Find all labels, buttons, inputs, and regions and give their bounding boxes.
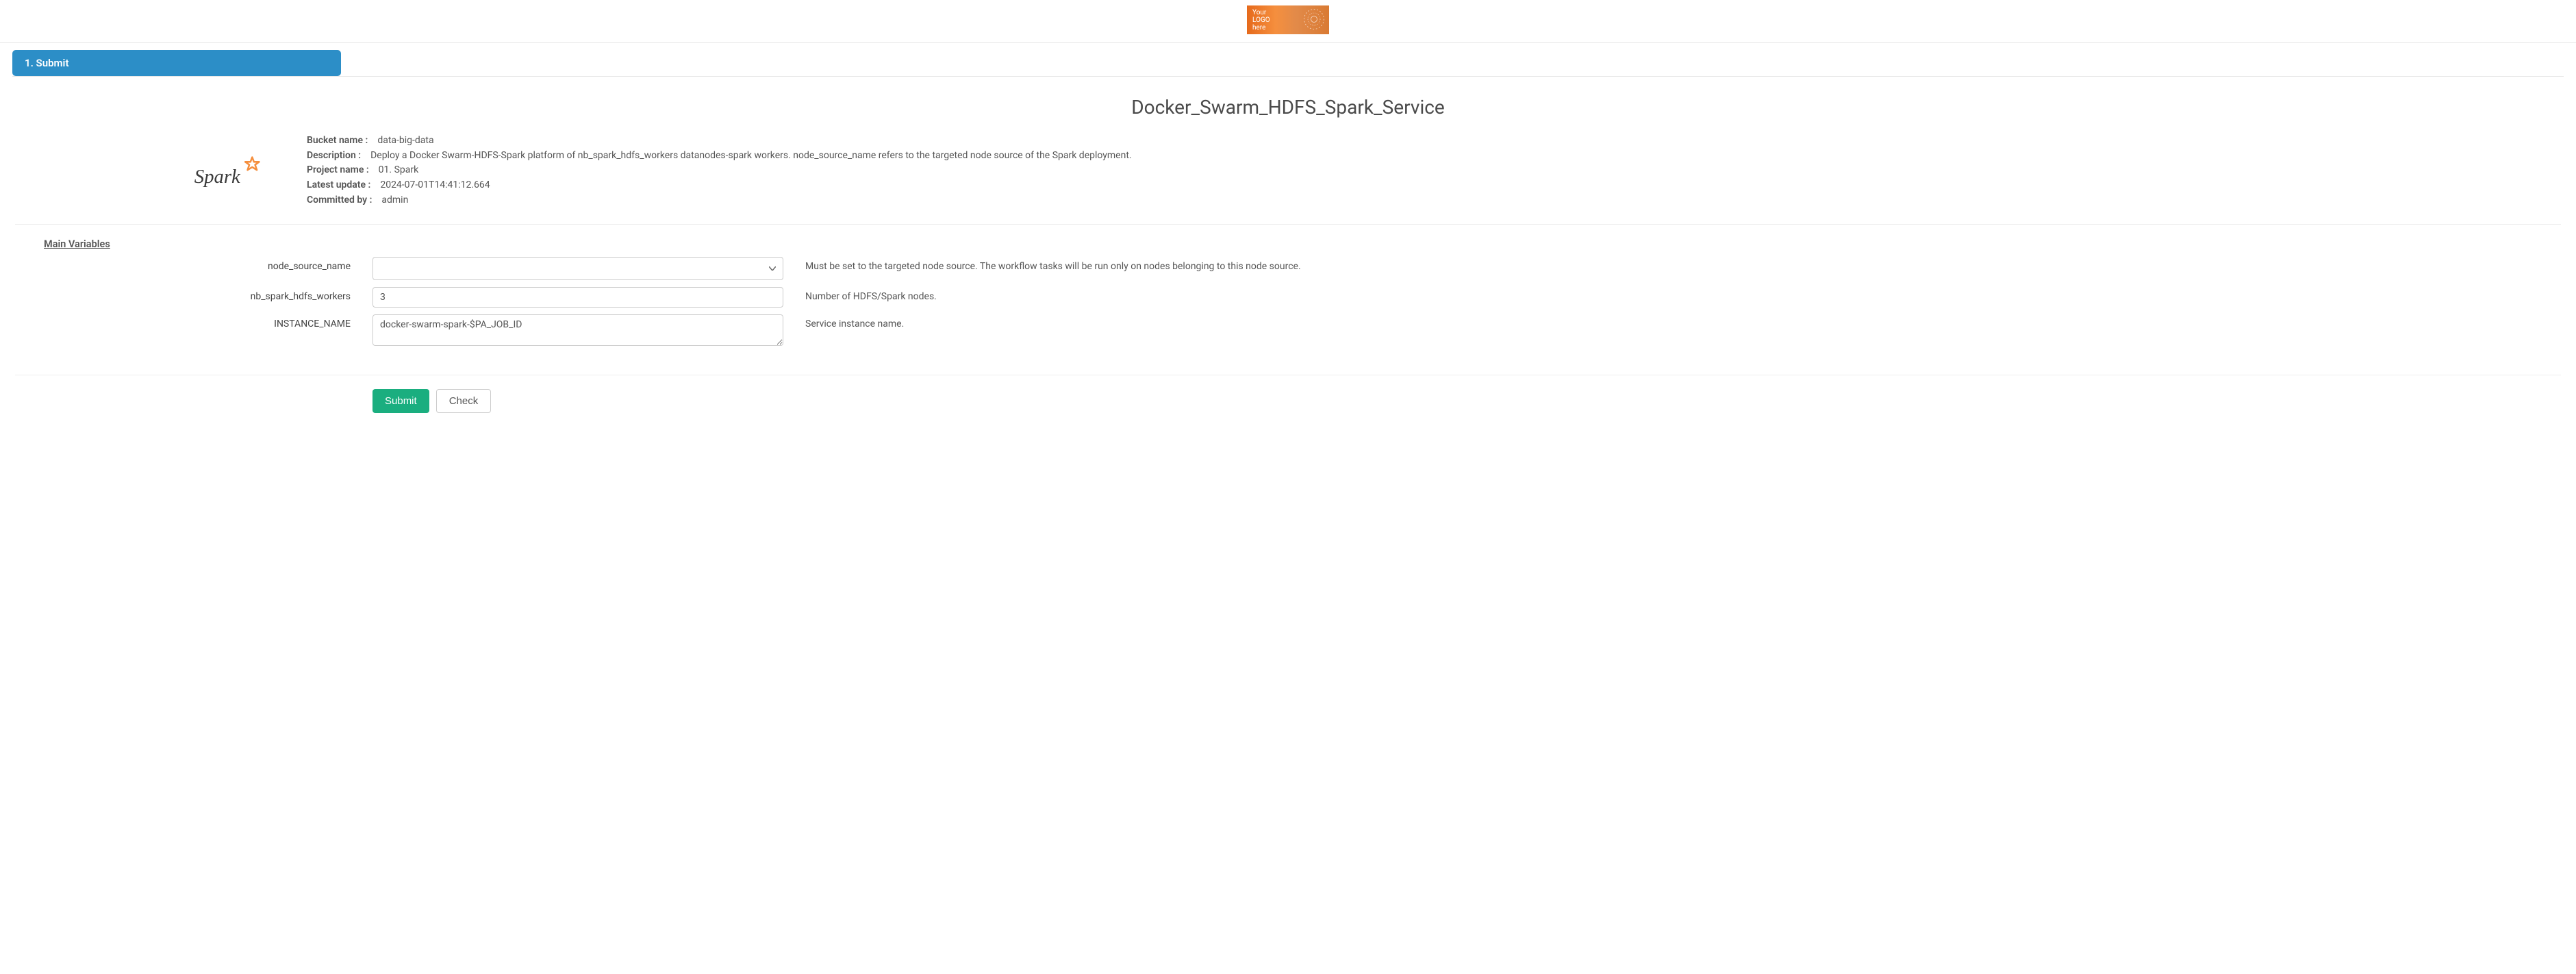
- instance-name-textarea[interactable]: docker-swarm-spark-$PA_JOB_ID: [372, 314, 783, 346]
- bucket-name-value: data-big-data: [377, 134, 433, 149]
- logo-swirl-icon: [1302, 7, 1326, 32]
- committed-by-label: Committed by :: [307, 193, 372, 208]
- latest-update-value: 2024-07-01T14:41:12.664: [380, 178, 490, 193]
- meta-section: Spark Bucket name : data-big-data Descri…: [15, 131, 2561, 225]
- project-name-label: Project name :: [307, 163, 369, 178]
- nb-spark-hdfs-workers-help: Number of HDFS/Spark nodes.: [805, 287, 2561, 302]
- nb-spark-hdfs-workers-label: nb_spark_hdfs_workers: [15, 287, 351, 302]
- form-grid: node_source_name Must be set to the targ…: [15, 257, 2561, 362]
- main-variables-heading: Main Variables: [44, 238, 2561, 250]
- spark-logo-icon: Spark: [193, 150, 268, 191]
- instance-name-label: INSTANCE_NAME: [15, 314, 351, 329]
- meta-table: Bucket name : data-big-data Description …: [307, 134, 1132, 208]
- page-title: Docker_Swarm_HDFS_Spark_Service: [15, 96, 2561, 118]
- project-name-value: 01. Spark: [379, 163, 419, 178]
- svg-text:Spark: Spark: [194, 166, 241, 188]
- brand-logo: Your LOGO here: [1247, 5, 1329, 34]
- bucket-name-label: Bucket name :: [307, 134, 368, 149]
- node-source-name-label: node_source_name: [15, 257, 351, 272]
- description-label: Description :: [307, 149, 361, 164]
- tabs-bar: 1. Submit: [0, 43, 2576, 77]
- committed-by-value: admin: [381, 193, 408, 208]
- latest-update-label: Latest update :: [307, 178, 370, 193]
- tab-submit[interactable]: 1. Submit: [12, 50, 341, 76]
- node-source-name-select[interactable]: [372, 257, 783, 280]
- description-value: Deploy a Docker Swarm-HDFS-Spark platfor…: [370, 149, 1132, 164]
- instance-name-help: Service instance name.: [805, 314, 2561, 329]
- submit-button[interactable]: Submit: [372, 389, 429, 413]
- header: Your LOGO here: [0, 0, 2576, 43]
- check-button[interactable]: Check: [436, 389, 492, 413]
- node-source-name-help: Must be set to the targeted node source.…: [805, 257, 2561, 272]
- nb-spark-hdfs-workers-input[interactable]: [372, 287, 783, 308]
